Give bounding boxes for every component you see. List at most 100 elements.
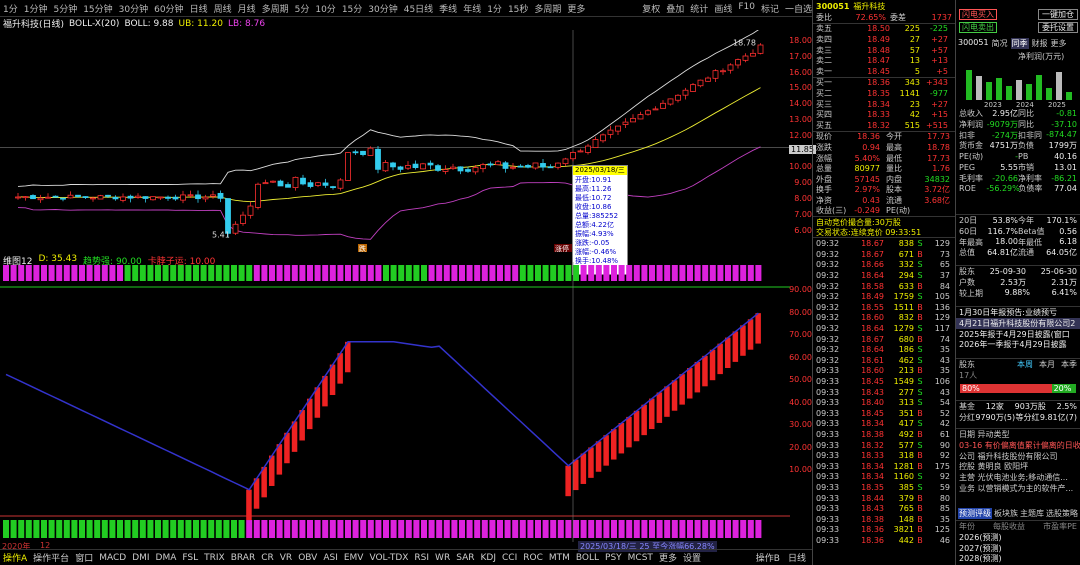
toolbar-right-item-2[interactable]: 统计 (690, 2, 708, 15)
indicator-tab-9[interactable]: CR (261, 553, 274, 563)
indicator-tab-26[interactable]: 设置 (683, 551, 701, 564)
rp-tab-3[interactable]: 更多 (1051, 38, 1067, 49)
period-item-15[interactable]: 季线 (439, 2, 457, 15)
period-item-1[interactable]: 1分钟 (24, 2, 48, 15)
toolbar-right-item-3[interactable]: 画线 (714, 2, 732, 15)
ask-row-1-change: +27 (931, 34, 948, 44)
period-item-8[interactable]: 月线 (238, 2, 256, 15)
indicator-tab-1[interactable]: 操作平台 (33, 551, 69, 564)
news-item[interactable]: 4月21日福升科技股份有限公司2 (956, 317, 1080, 329)
news-item[interactable]: 2025年报于4月29日披露(窗口 (956, 329, 1080, 340)
indicator-tab-22[interactable]: BOLL (576, 553, 599, 563)
period-item-18[interactable]: 15秒 (508, 2, 528, 15)
bottom-tab-3[interactable]: 选股策略 (1046, 508, 1078, 519)
indicator-tab-10[interactable]: VR (280, 553, 292, 563)
stock-title[interactable]: 福升科技(日线) (3, 17, 64, 30)
signal-stripe-bottom (71, 520, 78, 538)
indicator-tab-17[interactable]: SAR (456, 553, 474, 563)
vote-tab[interactable]: 本周 (1017, 359, 1033, 370)
order-settings-button[interactable]: 委托设置 (1038, 22, 1078, 33)
candle (195, 190, 201, 203)
vote-tab[interactable]: 本季 (1061, 359, 1077, 370)
stat-value: -0.249 (854, 206, 880, 216)
indicator-tab-0[interactable]: 操作A (3, 551, 27, 564)
indicator-tab-24[interactable]: MCST (628, 553, 653, 563)
period-item-2[interactable]: 5分钟 (53, 2, 77, 15)
indicator-tab-2[interactable]: 窗口 (75, 551, 93, 564)
toolbar-right-item-0[interactable]: 复权 (642, 2, 660, 15)
flash-buy-button[interactable]: 闪电买入 (959, 9, 997, 20)
period-item-13[interactable]: 30分钟 (368, 2, 397, 15)
bottombar-right-0[interactable]: 操作B (756, 551, 780, 564)
period-item-7[interactable]: 周线 (214, 2, 232, 15)
indicator-tab-13[interactable]: EMV (344, 553, 364, 563)
add-position-button[interactable]: 一键加仓 (1038, 9, 1078, 20)
flash-sell-button[interactable]: 闪电卖出 (959, 22, 997, 33)
vote-tab[interactable]: 本月 (1039, 359, 1055, 370)
indicator-tab-16[interactable]: WR (435, 553, 450, 563)
tick-volume: 417 (898, 419, 914, 429)
rp-tab-0[interactable]: 简况 (992, 38, 1008, 49)
candle-body (697, 79, 704, 87)
indicator-tab-8[interactable]: BRAR (231, 553, 255, 563)
tick-side: S (917, 271, 923, 281)
period-item-9[interactable]: 多周期 (262, 2, 289, 15)
candle (457, 166, 464, 175)
period-item-14[interactable]: 45日线 (404, 2, 433, 15)
indicator-tab-20[interactable]: ROC (523, 553, 543, 563)
indicator-name[interactable]: BOLL-X(20) (69, 19, 119, 29)
indicator-tab-7[interactable]: TRIX (204, 553, 225, 563)
signal-stripe-bottom (550, 520, 557, 538)
period-item-0[interactable]: 1分 (3, 2, 18, 15)
period-item-4[interactable]: 30分钟 (119, 2, 148, 15)
toolbar-right-item-6[interactable]: 一自选 (785, 2, 812, 15)
candlestick-chart[interactable]: 18.78 5.41 跌 涨停 (0, 30, 790, 252)
oscillator-chart[interactable] (0, 262, 790, 542)
period-item-11[interactable]: 10分 (315, 2, 335, 15)
period-item-12[interactable]: 15分 (342, 2, 362, 15)
bottom-tab-0[interactable]: 预测评级 (958, 508, 992, 519)
tick-price: 18.38 (861, 514, 884, 524)
period-item-5[interactable]: 60分钟 (154, 2, 183, 15)
period-item-20[interactable]: 更多 (567, 2, 585, 15)
indicator-tab-12[interactable]: ASI (323, 553, 338, 563)
indicator-tab-23[interactable]: PSY (605, 553, 622, 563)
indicator-tab-14[interactable]: VOL-TDX (369, 553, 408, 563)
indicator-tab-25[interactable]: 更多 (659, 551, 677, 564)
indicator-tab-21[interactable]: MTM (549, 553, 570, 563)
bottom-tab-2[interactable]: 主题库 (1020, 508, 1044, 519)
candle (427, 160, 434, 170)
fin-cell: -56.29% (986, 184, 1020, 194)
bottom-tab-1[interactable]: 板块族 (994, 508, 1018, 519)
period-item-16[interactable]: 年线 (463, 2, 481, 15)
signal-stripe-top (717, 265, 724, 281)
indicator-tab-5[interactable]: DMA (156, 553, 177, 563)
period-item-17[interactable]: 1分 (487, 2, 502, 15)
news-item[interactable]: 1月30日年报预告:业绩预亏 (956, 307, 1080, 318)
toolbar-right-item-1[interactable]: 叠加 (666, 2, 684, 15)
news-item[interactable]: 2026年一季报于4月29日披露 (956, 339, 1080, 350)
indicator-tab-15[interactable]: RSI (414, 553, 429, 563)
toolbar-right-item-5[interactable]: 标记 (761, 2, 779, 15)
candle (712, 69, 719, 83)
indicator-tab-18[interactable]: KDJ (481, 553, 497, 563)
rp-tab-2[interactable]: 财报 (1032, 38, 1048, 49)
indicator-tab-4[interactable]: DMI (132, 553, 149, 563)
bottombar-right-1[interactable]: 日线 (788, 551, 806, 564)
indicator-tab-19[interactable]: CCI (502, 553, 517, 563)
period-item-19[interactable]: 多周期 (534, 2, 561, 15)
tick-price: 18.66 (861, 260, 884, 270)
signal-stripe-bottom (580, 520, 587, 538)
tick-list[interactable]: 09:32 18.67 838 S 129 09:32 18.67 671 B 73 09:32 18… (813, 237, 955, 545)
indicator-tab-6[interactable]: FSL (182, 553, 198, 563)
toolbar-right-item-4[interactable]: F10 (738, 2, 755, 15)
period-item-6[interactable]: 日线 (190, 2, 208, 15)
stat-value-2: 34832 (924, 174, 950, 184)
period-item-10[interactable]: 5分 (295, 2, 310, 15)
signal-stripe-bottom (557, 520, 564, 538)
period-item-3[interactable]: 15分钟 (83, 2, 112, 15)
tick-time: 09:33 (816, 387, 840, 397)
indicator-tab-11[interactable]: OBV (298, 553, 317, 563)
indicator-tab-3[interactable]: MACD (99, 553, 126, 563)
rp-tab-1[interactable]: 同季 (1010, 38, 1029, 49)
